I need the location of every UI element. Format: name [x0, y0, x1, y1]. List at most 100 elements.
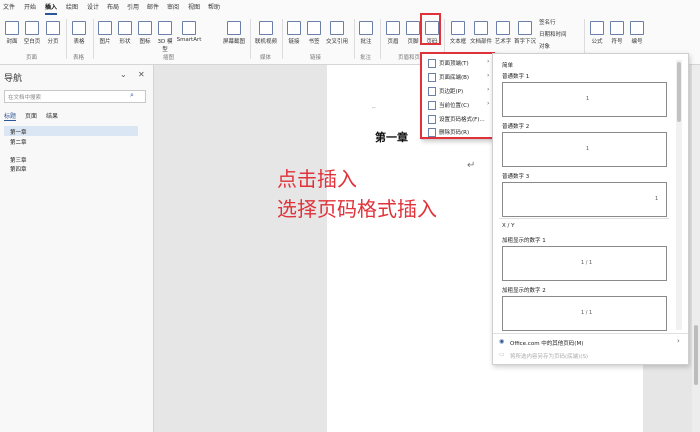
tab-headings[interactable]: 标题	[4, 111, 17, 121]
document-scrollbar[interactable]	[692, 65, 700, 432]
nav-item-chapter-1: 第一章	[10, 130, 27, 136]
header-button[interactable]: 页眉	[385, 21, 401, 45]
drop-cap-button[interactable]: 首字下沉	[514, 21, 536, 45]
symbol-icon	[610, 21, 624, 35]
tab-view[interactable]: 视图	[188, 2, 200, 11]
table-button[interactable]: 表格	[71, 21, 87, 45]
nav-item-chapter-4[interactable]: 第四章	[10, 165, 27, 173]
equation-label: 公式	[591, 39, 603, 45]
blank-page-button[interactable]: 空白页	[22, 21, 42, 45]
page-break-button[interactable]: 分页	[45, 21, 61, 45]
chapter-heading[interactable]: 第一章	[375, 129, 408, 145]
object-label: 对象	[539, 44, 551, 50]
group-links-label: 链接	[310, 55, 322, 61]
nav-item-chapter-2[interactable]: 第二章	[10, 138, 27, 146]
gallery-item-title: 普通数字 2	[502, 124, 530, 130]
margin-mark: ⌐	[372, 105, 377, 111]
tab-mailings[interactable]: 邮件	[147, 2, 159, 11]
table-label: 表格	[73, 39, 85, 45]
cross-reference-button[interactable]: 交叉引用	[323, 21, 351, 45]
link-button[interactable]: 链接	[286, 21, 302, 45]
tab-design[interactable]: 设计	[87, 2, 99, 11]
screenshot-label: 屏幕截图	[222, 39, 245, 45]
page-break-label: 分页	[47, 39, 59, 45]
tab-results[interactable]: 结果	[46, 111, 58, 120]
tab-help[interactable]: 帮助	[208, 2, 220, 11]
tab-insert[interactable]: 插入	[45, 2, 58, 15]
chevron-down-icon[interactable]: ⌄	[120, 70, 127, 79]
close-icon[interactable]: ✕	[138, 70, 145, 79]
search-icon[interactable]: ⌕	[130, 91, 134, 100]
tab-file[interactable]: 文件	[3, 2, 15, 11]
gallery-section-simple: 简单	[502, 63, 514, 69]
bookmark-icon	[307, 21, 321, 35]
divider	[282, 19, 283, 59]
shapes-button[interactable]: 形状	[117, 21, 133, 45]
table-icon	[72, 21, 86, 35]
footer-button[interactable]: 页脚	[405, 21, 421, 45]
office-icon: ◉	[499, 338, 505, 345]
gallery-thumb-bold-2[interactable]: 1 / 1	[502, 296, 667, 331]
scrollbar[interactable]	[676, 60, 682, 330]
picture-button[interactable]: 图片	[97, 21, 113, 45]
signature-line-button[interactable]: 签名行	[539, 18, 579, 26]
tab-references[interactable]: 引用	[127, 2, 139, 11]
tab-review[interactable]: 审阅	[167, 2, 179, 11]
3d-model-button[interactable]: 3D 模型	[155, 21, 175, 53]
cover-page-button[interactable]: 封面	[4, 21, 20, 45]
equation-button[interactable]: 公式	[589, 21, 605, 45]
signature-line-label: 签名行	[539, 20, 556, 26]
icons-label: 图标	[139, 39, 151, 45]
cover-page-icon	[5, 21, 19, 35]
gallery-item-title: 加粗显示的数字 1	[502, 238, 546, 244]
date-time-button[interactable]: 日期和时间	[539, 30, 583, 38]
bookmark-label: 书签	[308, 39, 320, 45]
annotation-line-2: 选择页码格式插入	[277, 197, 437, 221]
wordart-button[interactable]: 艺术字	[494, 21, 512, 45]
bookmark-button[interactable]: 书签	[306, 21, 322, 45]
3d-model-icon	[158, 21, 172, 35]
thumb-number: 1	[586, 96, 590, 102]
symbol-button[interactable]: 符号	[609, 21, 625, 45]
gallery-thumb-plain-3[interactable]: 1	[502, 182, 667, 217]
icons-button[interactable]: 图标	[137, 21, 153, 45]
footer-label: 页脚	[407, 39, 419, 45]
nav-item-selected[interactable]: 第一章	[4, 126, 138, 136]
search-input[interactable]: 在文档中搜索 ⌕	[4, 90, 146, 103]
scrollbar-thumb[interactable]	[677, 62, 681, 122]
tab-home[interactable]: 开始	[24, 2, 36, 11]
save-selection-item[interactable]: ▭ 将所选内容另存为页码(底端)(S)	[493, 349, 688, 361]
quick-parts-button[interactable]: 文档部件	[469, 21, 493, 45]
gallery-thumb-bold-1[interactable]: 1 / 1	[502, 246, 667, 281]
tab-layout[interactable]: 布局	[107, 2, 119, 11]
more-page-numbers-item[interactable]: ◉ Office.com 中的其他页码(M) ›	[493, 336, 688, 348]
tab-draw[interactable]: 绘图	[66, 2, 78, 11]
menu-bar: 文件 开始 插入 绘图 设计 布局 引用 邮件 审阅 视图 帮助	[0, 0, 700, 15]
thumb-number: 1	[655, 196, 659, 202]
cross-reference-label: 交叉引用	[325, 39, 348, 45]
comment-button[interactable]: 批注	[358, 21, 374, 45]
blank-page-label: 空白页	[23, 39, 41, 45]
smartart-button[interactable]: SmartArt	[176, 21, 202, 43]
gallery-item-title: 普通数字 3	[502, 174, 530, 180]
shapes-icon	[118, 21, 132, 35]
screenshot-icon	[227, 21, 241, 35]
document-scrollbar-thumb[interactable]	[694, 325, 698, 385]
gallery-thumb-plain-2[interactable]: 1	[502, 132, 667, 167]
divider	[493, 333, 688, 334]
icons-icon	[138, 21, 152, 35]
menu-highlight	[420, 52, 495, 139]
gallery-thumb-plain-1[interactable]: 1	[502, 82, 667, 117]
tab-pages[interactable]: 页面	[25, 111, 37, 120]
quick-parts-icon	[474, 21, 488, 35]
thumb-number: 1	[586, 146, 590, 152]
numbering-label: 编号	[631, 39, 643, 45]
nav-item-chapter-3[interactable]: 第三章	[10, 156, 27, 164]
text-box-button[interactable]: 文本框	[449, 21, 467, 45]
object-button[interactable]: 对象	[539, 42, 569, 50]
gallery-item-title: 加粗显示的数字 2	[502, 288, 546, 294]
online-video-button[interactable]: 联机视频	[253, 21, 279, 45]
numbering-button[interactable]: 编号	[629, 21, 645, 45]
header-label: 页眉	[387, 39, 399, 45]
screenshot-button[interactable]: 屏幕截图	[221, 21, 247, 45]
